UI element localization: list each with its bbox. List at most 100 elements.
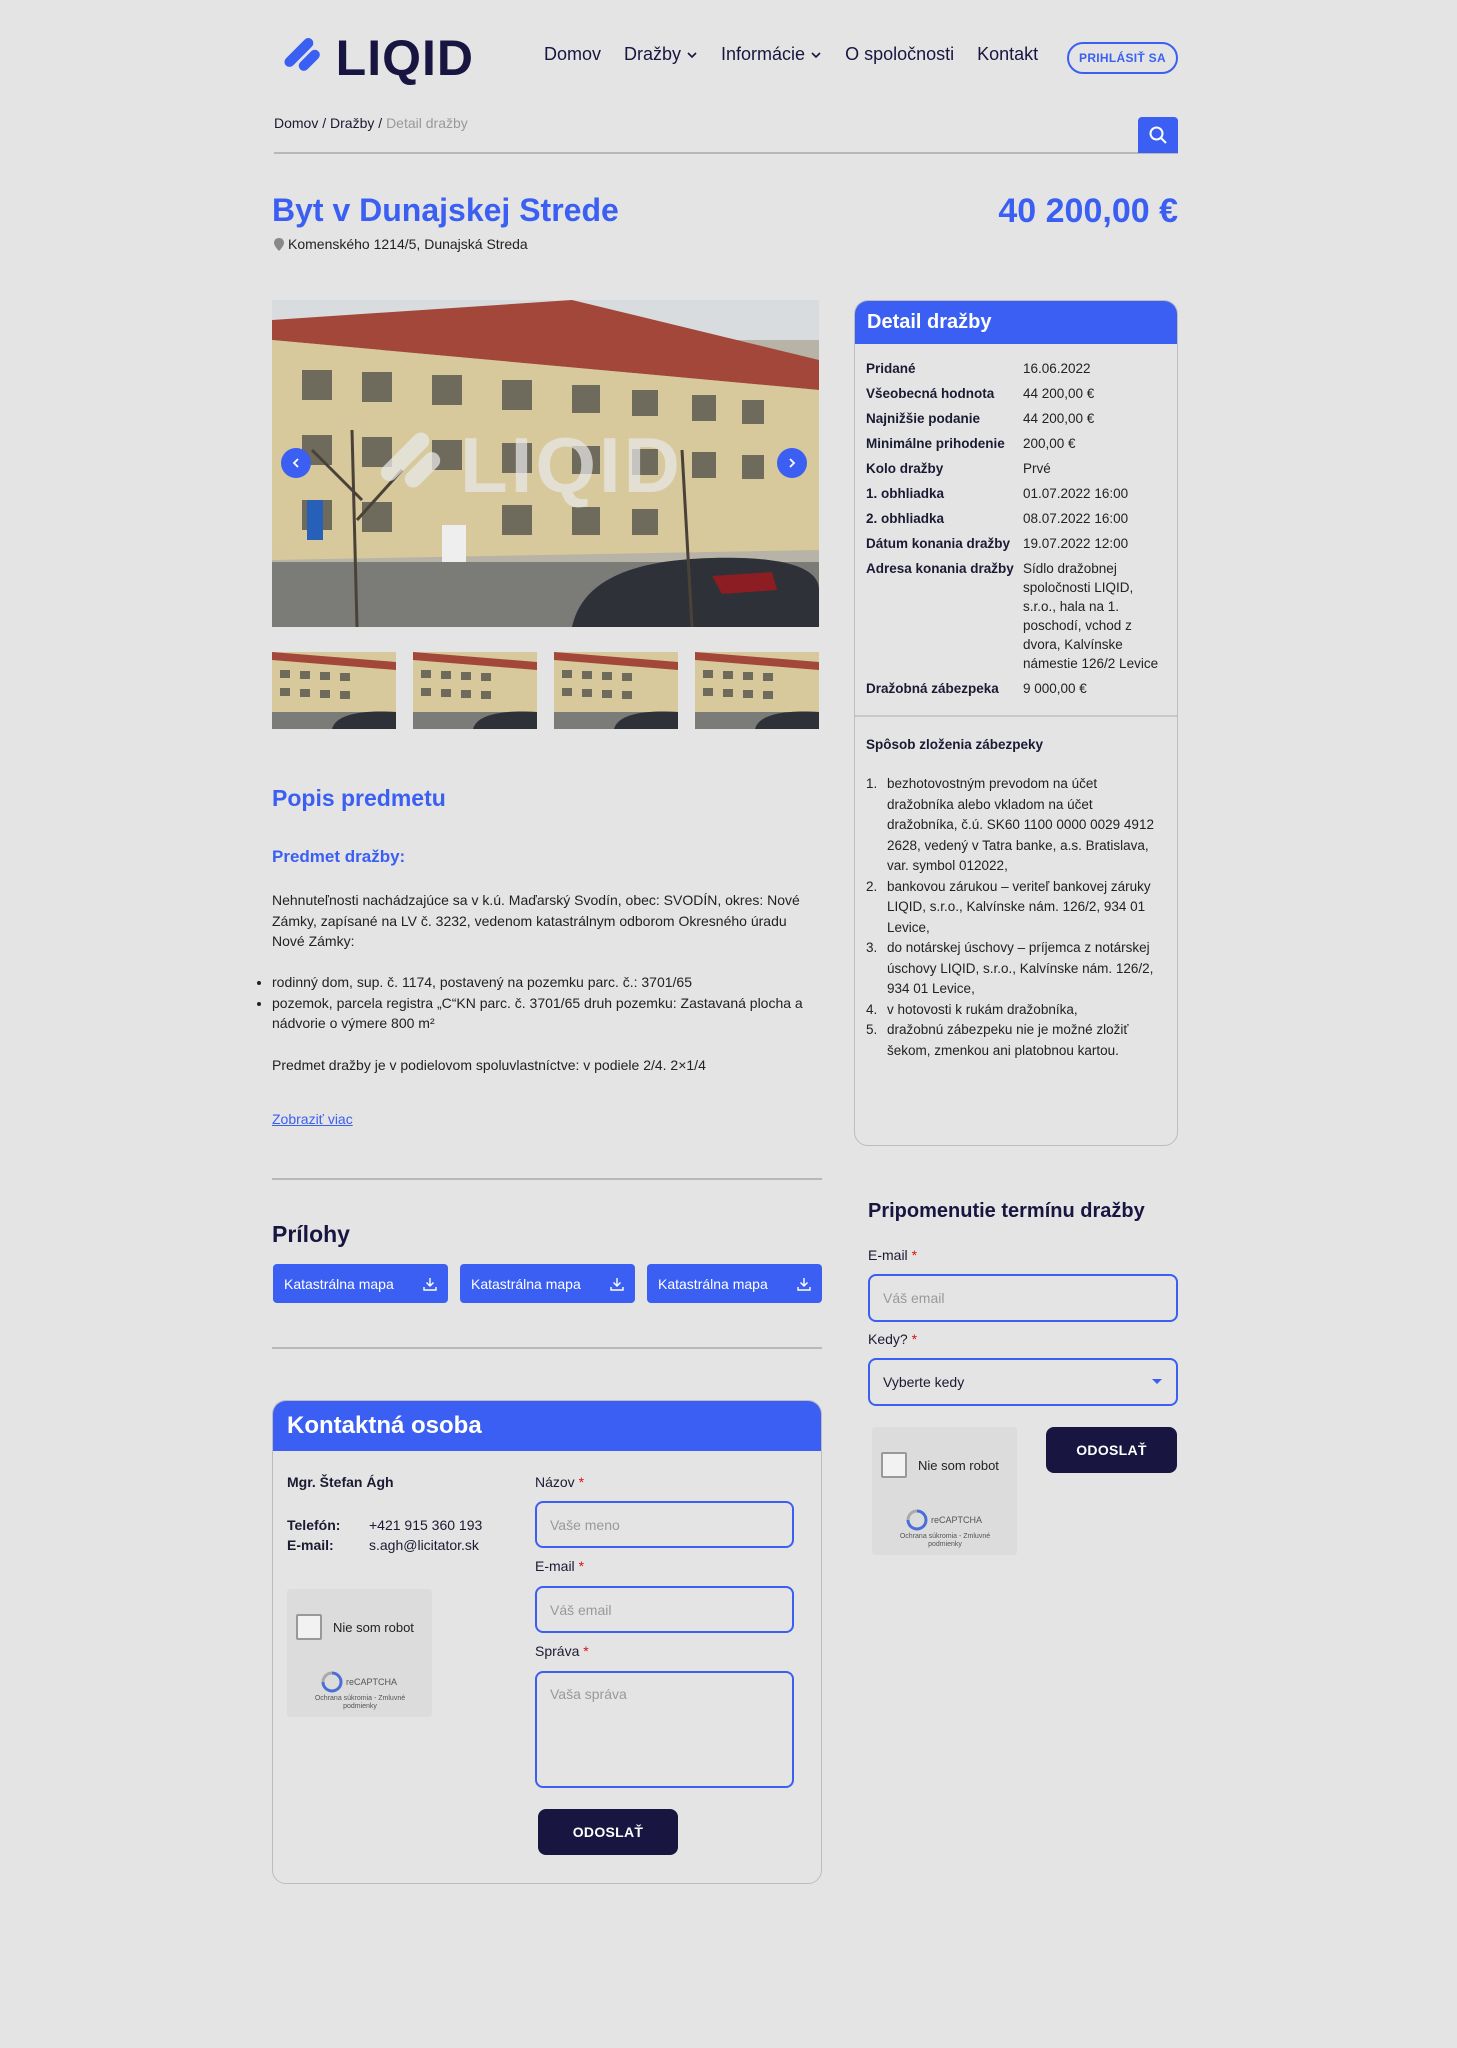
reminder-when-select[interactable]: Vyberte kedy (868, 1358, 1178, 1406)
recaptcha-widget: Nie som robot reCAPTCHA Ochrana súkromia… (872, 1427, 1017, 1555)
show-more-link[interactable]: Zobraziť viac (272, 1111, 353, 1127)
login-button[interactable]: PRIHLÁSIŤ SA (1067, 42, 1178, 74)
message-textarea[interactable]: Vaša správa (535, 1671, 794, 1788)
reminder-submit-button[interactable]: ODOSLAŤ (1046, 1427, 1177, 1473)
detail-key: Dražobná zábezpeka (866, 681, 999, 696)
recaptcha-icon (906, 1509, 928, 1531)
required-mark: * (578, 1474, 585, 1490)
detail-row: Pridané 16.06.2022 (866, 359, 1166, 378)
list-item-text: dražobnú zábezpeku nie je možné zložiť š… (887, 1022, 1129, 1058)
required-mark: * (911, 1331, 918, 1347)
email-input[interactable]: Váš email (535, 1586, 794, 1633)
contact-card: Kontaktná osoba Mgr. Štefan Ágh Telefón:… (272, 1400, 822, 1884)
thumbnail-photo (695, 652, 819, 729)
detail-value: 19.07.2022 12:00 (1023, 536, 1129, 551)
recaptcha-checkbox[interactable] (296, 1614, 322, 1640)
gallery-thumbnail[interactable] (413, 652, 537, 729)
breadcrumb-separator: / (318, 115, 331, 131)
required-mark: * (578, 1558, 585, 1574)
message-label: Správa * (535, 1643, 589, 1659)
phone-label: Telefón: (287, 1517, 341, 1533)
attachment-download-button[interactable]: Katastrálna mapa (273, 1264, 448, 1303)
label-text: Správa (535, 1643, 580, 1659)
nav-item-info[interactable]: Informácie (721, 44, 822, 65)
detail-row: Dražobná zábezpeka 9 000,00 € (866, 679, 1166, 698)
breadcrumb-home[interactable]: Domov (274, 115, 318, 131)
location-pin-icon (274, 237, 284, 251)
recaptcha-brand-text: reCAPTCHA (931, 1515, 983, 1525)
detail-key: Všeobecná hodnota (866, 386, 995, 401)
attachment-label: Katastrálna mapa (284, 1275, 394, 1292)
nav-label: Informácie (721, 44, 806, 64)
list-item: pozemok, parcela registra „C“KN parc. č.… (272, 993, 822, 1034)
nav-item-contact[interactable]: Kontakt (977, 44, 1038, 65)
watermark-text: LIQID (460, 421, 683, 509)
nav-item-home[interactable]: Domov (544, 44, 601, 65)
breadcrumb-separator: / (374, 115, 387, 131)
recaptcha-footer[interactable]: Ochrana súkromia - Zmluvné podmienky (890, 1533, 1000, 1549)
list-item-text: bankovou zárukou – veriteľ bankovej záru… (887, 878, 1151, 935)
recaptcha-label: Nie som robot (333, 1620, 414, 1635)
chevron-left-icon (292, 458, 299, 468)
breadcrumb-auctions[interactable]: Dražby (330, 115, 374, 131)
auction-detail-title: Detail dražby (855, 301, 1177, 344)
section-divider (272, 1347, 822, 1349)
list-item: 4. v hotovosti k rukám dražobníka, (866, 1000, 1166, 1021)
thumbnail-photo (413, 652, 537, 729)
name-input[interactable]: Vaše meno (535, 1501, 794, 1548)
recaptcha-icon (321, 1671, 343, 1693)
gallery-main-photo[interactable]: LIQID (272, 300, 819, 627)
detail-value: Sídlo dražobnej spoločnosti LIQID, s.r.o… (1023, 561, 1159, 671)
list-item: 2. bankovou zárukou – veriteľ bankovej zá… (866, 877, 1166, 939)
description-subtitle: Predmet dražby: (272, 847, 406, 866)
recaptcha-footer[interactable]: Ochrana súkromia - Zmluvné podmienky (305, 1695, 415, 1711)
site-logo[interactable]: LIQID (278, 32, 474, 84)
breadcrumb-divider (274, 152, 1178, 154)
detail-key: Kolo dražby (866, 461, 944, 476)
auction-detail-card: Detail dražby Pridané 16.06.2022 Všeobecn… (854, 300, 1178, 1146)
reminder-title: Pripomenutie termínu dražby (868, 1200, 1145, 1222)
nav-item-about[interactable]: O spoločnosti (845, 44, 954, 65)
detail-key: Adresa konania dražby (866, 561, 1014, 576)
download-icon (797, 1277, 811, 1291)
address-text: Komenského 1214/5, Dunajská Streda (288, 236, 528, 252)
page-title: Byt v Dunajskej Strede (272, 192, 619, 228)
detail-rows: Pridané 16.06.2022 Všeobecná hodnota 44 20… (855, 344, 1177, 698)
attachment-download-button[interactable]: Katastrálna mapa (647, 1264, 822, 1303)
gallery-thumbnail[interactable] (272, 652, 396, 729)
deposit-section: Spôsob zloženia zábezpeky 1. bezhotovostn… (855, 717, 1177, 1061)
chevron-down-icon (811, 51, 821, 58)
phone-value[interactable]: +421 915 360 193 (369, 1515, 482, 1535)
contact-submit-button[interactable]: ODOSLAŤ (538, 1809, 678, 1855)
caret-down-icon (1152, 1379, 1162, 1384)
list-item-text: v hotovosti k rukám dražobníka, (887, 1001, 1078, 1017)
breadcrumb-current: Detail dražby (386, 115, 468, 131)
section-divider (272, 1178, 822, 1180)
nav-label: Domov (544, 44, 602, 64)
attachment-download-button[interactable]: Katastrálna mapa (460, 1264, 635, 1303)
detail-value: Prvé (1023, 461, 1051, 476)
gallery-thumbnail[interactable] (695, 652, 819, 729)
email-value[interactable]: s.agh@licitator.sk (369, 1535, 479, 1555)
gallery-prev-button[interactable] (281, 448, 311, 478)
recaptcha-widget: Nie som robot reCAPTCHA Ochrana súkromia… (287, 1589, 432, 1717)
email-label: E-mail * (535, 1558, 584, 1574)
search-icon (1149, 126, 1167, 144)
thumbnail-photo (554, 652, 678, 729)
thumbnail-photo (272, 652, 396, 729)
logo-text: LIQID (335, 30, 474, 86)
detail-value: 9 000,00 € (1023, 681, 1087, 696)
recaptcha-checkbox[interactable] (881, 1452, 907, 1478)
attachments-title: Prílohy (272, 1221, 350, 1247)
reminder-email-input[interactable]: Váš email (868, 1274, 1178, 1322)
search-button[interactable] (1138, 117, 1178, 153)
gallery-next-button[interactable] (777, 448, 807, 478)
nav-item-auctions[interactable]: Dražby (624, 44, 698, 65)
gallery-thumbnail[interactable] (554, 652, 678, 729)
required-mark: * (583, 1643, 589, 1659)
deposit-methods: 1. bezhotovostným prevodom na účet dražob… (866, 774, 1166, 1061)
required-mark: * (911, 1247, 918, 1263)
detail-key: Minimálne prihodenie (866, 436, 1005, 451)
detail-value: 44 200,00 € (1023, 386, 1095, 401)
download-icon (610, 1277, 624, 1291)
